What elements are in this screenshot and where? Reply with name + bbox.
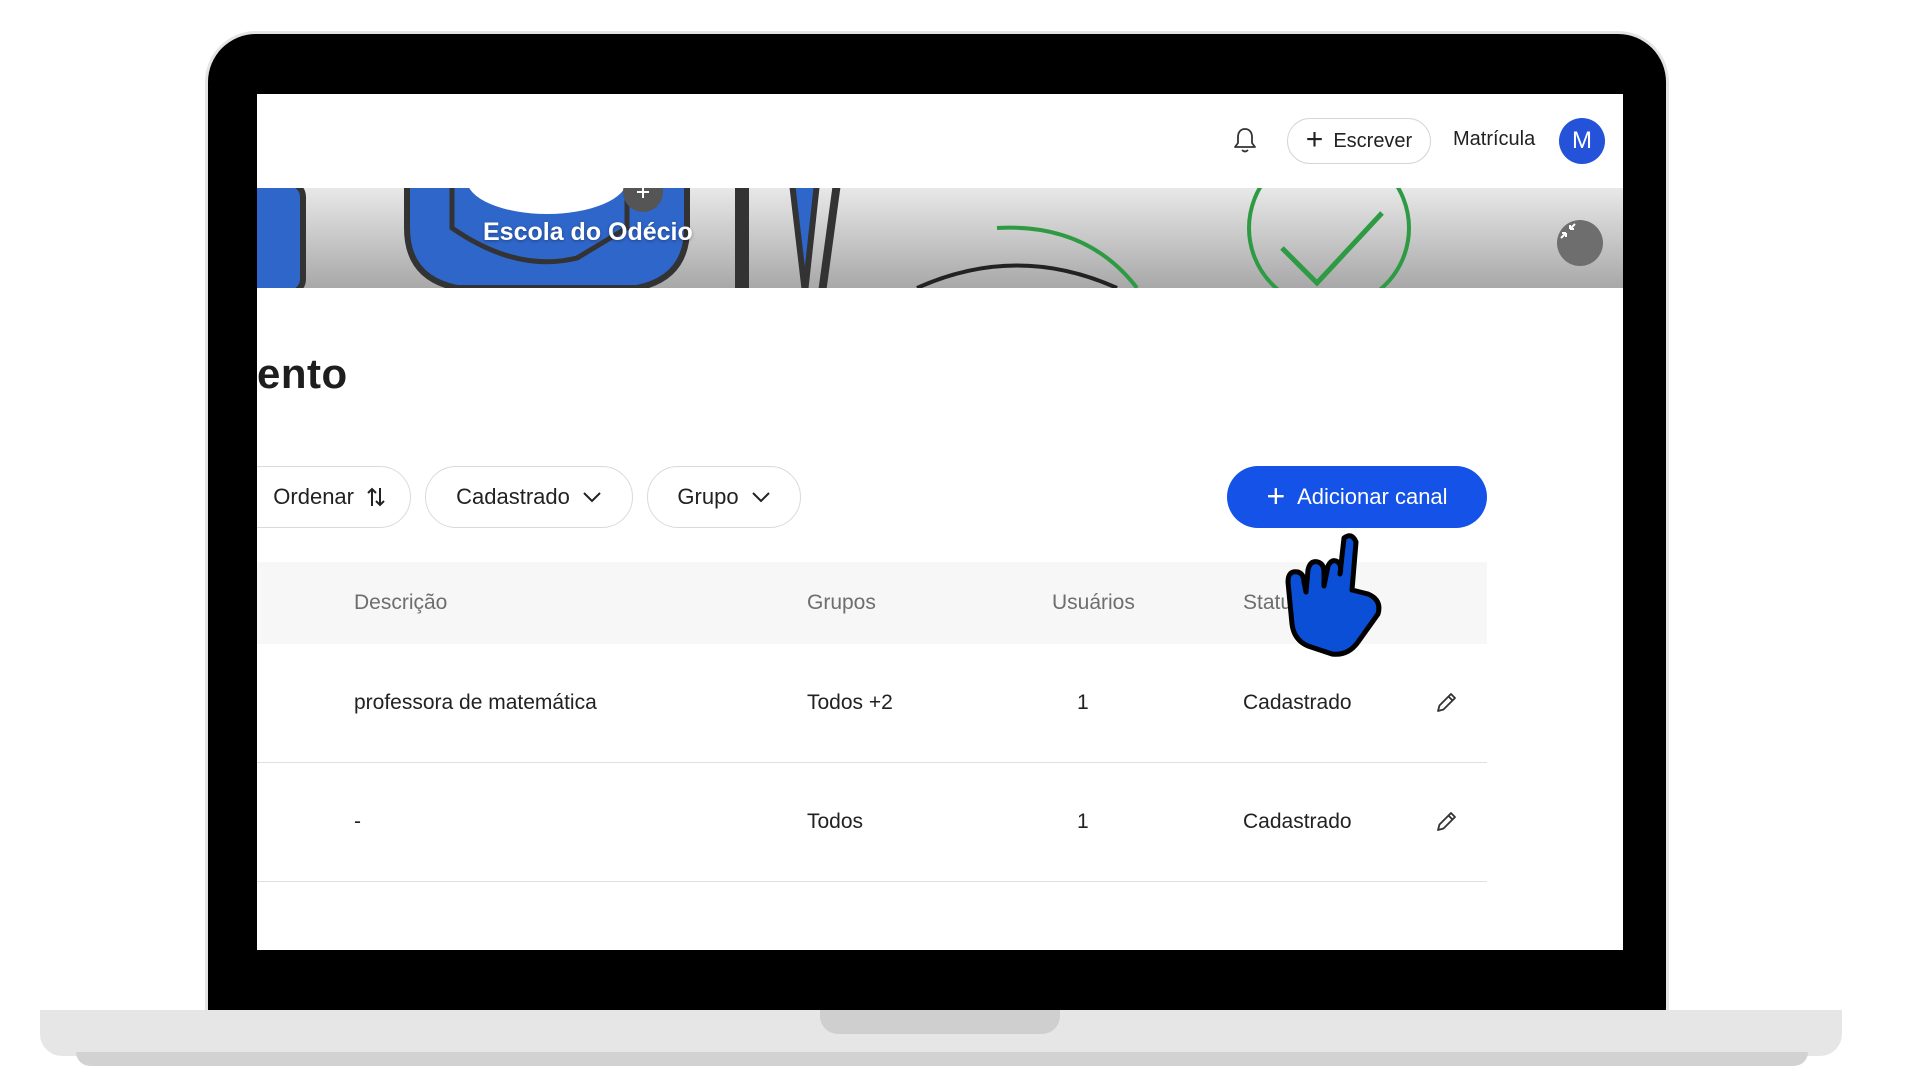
add-channel-button[interactable]: + Adicionar canal: [1227, 466, 1487, 528]
school-name: Escola do Odécio: [483, 218, 693, 246]
sort-label: Ordenar: [273, 484, 354, 509]
pointer-hand-icon: [1282, 530, 1392, 660]
banner-illustration: [257, 188, 1411, 288]
group-filter-dropdown[interactable]: Grupo: [647, 466, 801, 528]
table-row[interactable]: professora de matemática Todos +2 1 Cada…: [257, 644, 1487, 763]
group-filter-label: Grupo: [677, 484, 739, 509]
sort-button[interactable]: Ordenar: [257, 466, 411, 528]
row-users: 1: [1077, 810, 1089, 833]
status-filter-label: Cadastrado: [456, 484, 570, 509]
chevron-down-icon: [583, 492, 601, 503]
header-description[interactable]: Descrição: [354, 591, 447, 615]
laptop-notch: [820, 1010, 1060, 1034]
account-label[interactable]: Matrícula: [1453, 128, 1535, 151]
laptop-base-shadow: [76, 1052, 1808, 1066]
collapse-arrows-icon: [1560, 223, 1576, 239]
header-users[interactable]: Usuários: [1052, 591, 1135, 615]
collapse-banner-button[interactable]: [1557, 220, 1603, 266]
add-channel-label: Adicionar canal: [1297, 484, 1448, 509]
edit-pencil-icon[interactable]: [1433, 690, 1459, 716]
chevron-down-icon: [751, 492, 770, 503]
sort-arrows-icon: [367, 487, 385, 507]
table-row[interactable]: - Todos 1 Cadastrado: [257, 763, 1487, 882]
write-button-label: Escrever: [1333, 129, 1413, 152]
edit-pencil-icon[interactable]: [1433, 809, 1459, 835]
notification-bell-icon[interactable]: [1229, 124, 1261, 156]
app-screen: + Escrever Matrícula M Escola do Odécio: [257, 94, 1623, 950]
write-button[interactable]: + Escrever: [1287, 118, 1431, 164]
avatar[interactable]: M: [1559, 118, 1605, 164]
row-status: Cadastrado: [1243, 810, 1352, 833]
row-description: professora de matemática: [354, 691, 597, 714]
row-groups: Todos +2: [807, 691, 893, 714]
row-description: -: [354, 810, 361, 833]
page-title: ento: [257, 350, 348, 397]
school-banner: Escola do Odécio: [257, 188, 1623, 288]
plus-icon: +: [1266, 477, 1286, 514]
plus-icon: +: [1305, 122, 1324, 156]
row-users: 1: [1077, 691, 1089, 714]
status-filter-dropdown[interactable]: Cadastrado: [425, 466, 633, 528]
header-groups[interactable]: Grupos: [807, 591, 876, 615]
row-status: Cadastrado: [1243, 691, 1352, 714]
top-bar: + Escrever Matrícula M: [257, 94, 1623, 188]
row-groups: Todos: [807, 810, 864, 833]
